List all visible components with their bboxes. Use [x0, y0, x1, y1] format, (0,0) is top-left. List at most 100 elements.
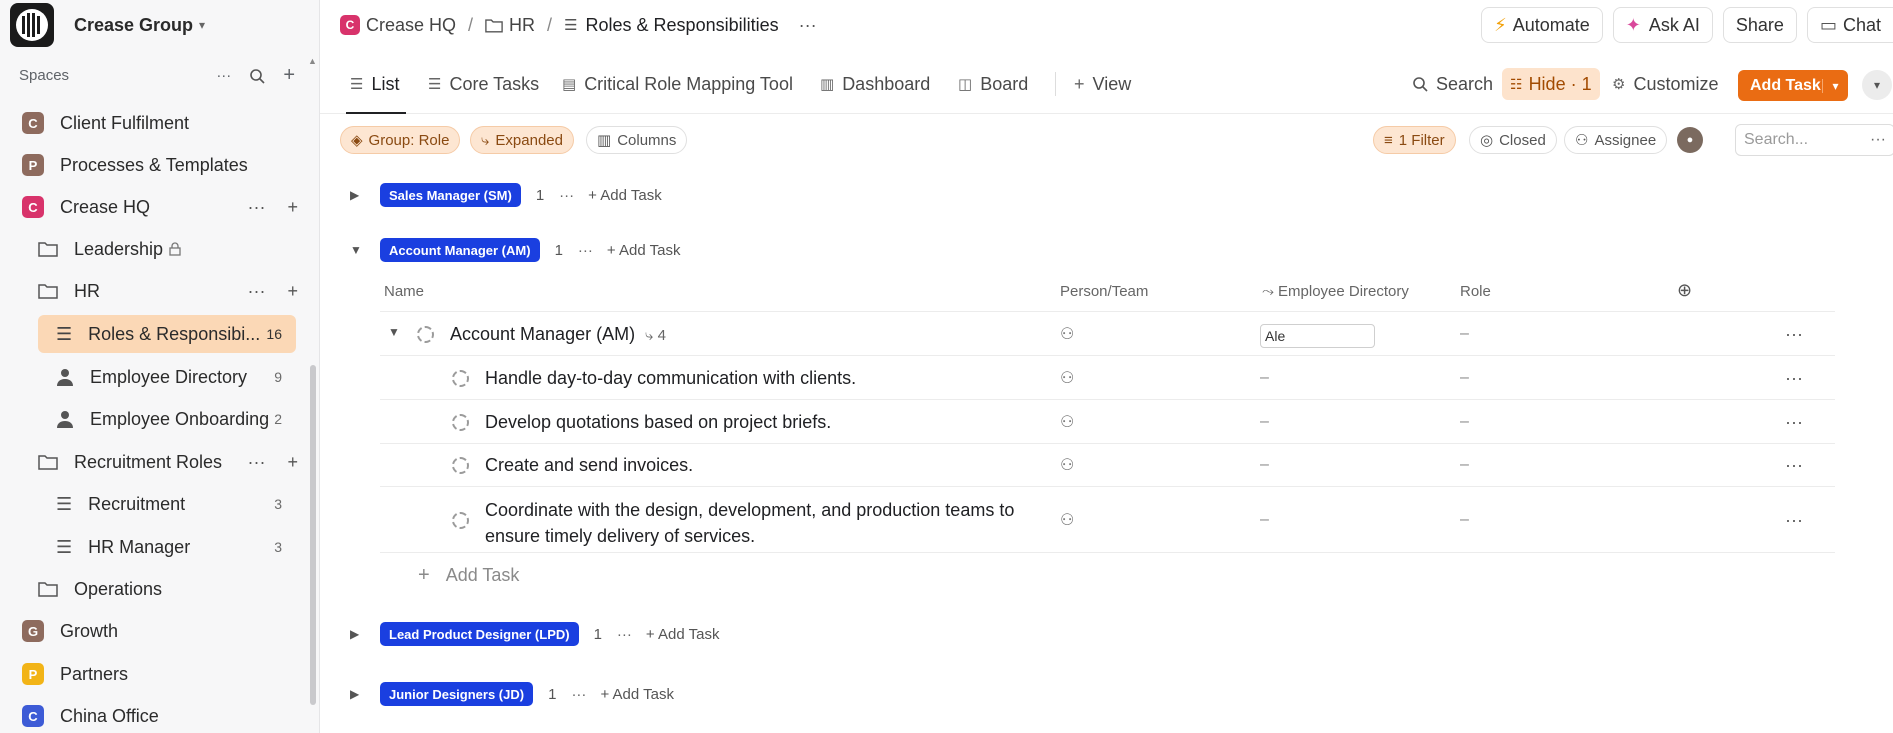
filter-chip[interactable]: ≡ 1 Filter	[1373, 126, 1456, 154]
chat-button[interactable]: ▭ Chat	[1806, 7, 1893, 43]
caret-down-icon[interactable]: ▼	[388, 325, 400, 339]
column-header-person-team[interactable]: Person/Team	[1060, 283, 1148, 300]
column-header-role[interactable]: Role	[1460, 283, 1491, 300]
tab-board[interactable]: ◫ Board	[958, 66, 1028, 102]
column-header-name[interactable]: Name	[384, 283, 424, 300]
group-by-chip[interactable]: ◈ Group: Role	[340, 126, 461, 154]
assign-person-icon[interactable]: ⚇	[1060, 368, 1074, 388]
closed-chip[interactable]: ◎ Closed	[1469, 126, 1557, 154]
more-icon[interactable]: ···	[799, 15, 817, 36]
caret-right-icon[interactable]: ▶	[350, 687, 370, 701]
caret-right-icon[interactable]: ▶	[350, 627, 370, 641]
sidebar-item-hr-manager[interactable]: ☰ HR Manager 3	[56, 528, 282, 566]
status-circle-icon[interactable]	[452, 457, 469, 474]
role-value[interactable]: –	[1460, 325, 1469, 343]
caret-right-icon[interactable]: ▶	[350, 188, 370, 202]
subtask-count[interactable]: ⤷ 4	[645, 327, 666, 344]
status-circle-icon[interactable]	[452, 512, 469, 529]
role-value[interactable]: –	[1460, 413, 1469, 431]
add-icon[interactable]: +	[287, 452, 298, 473]
employee-value[interactable]: –	[1260, 369, 1269, 387]
group-pill[interactable]: Lead Product Designer (LPD)	[380, 622, 579, 646]
add-task-button[interactable]: Add Task ▾	[1738, 70, 1848, 101]
employee-value[interactable]: –	[1260, 413, 1269, 431]
more-icon[interactable]: ···	[617, 626, 632, 643]
ask-ai-button[interactable]: ✦ Ask AI	[1612, 7, 1713, 43]
sidebar-item-growth[interactable]: G Growth	[22, 612, 298, 650]
sidebar-item-roles-responsibilities[interactable]: ☰ Roles & Responsibi... 16	[38, 315, 296, 353]
group-pill[interactable]: Sales Manager (SM)	[380, 183, 521, 207]
sidebar-item-employee-onboarding[interactable]: Employee Onboarding 2	[56, 400, 282, 438]
sidebar-item-employee-directory[interactable]: Employee Directory 9	[56, 358, 282, 396]
sidebar-item-hr[interactable]: HR ··· +	[38, 272, 298, 310]
column-header-employee-directory[interactable]: ⤳ Employee Directory	[1262, 283, 1409, 300]
more-icon[interactable]: ···	[1785, 510, 1875, 531]
automate-button[interactable]: ⚡ Automate	[1481, 7, 1603, 43]
more-icon[interactable]: ···	[578, 242, 593, 259]
employee-value[interactable]: –	[1260, 456, 1269, 474]
sidebar-item-operations[interactable]: Operations	[38, 570, 298, 608]
caret-down-icon[interactable]: ▼	[350, 243, 370, 257]
more-icon[interactable]: ···	[1785, 455, 1875, 476]
more-icon[interactable]: ···	[248, 452, 266, 473]
task-name[interactable]: Handle day-to-day communication with cli…	[485, 368, 856, 389]
more-icon[interactable]: ···	[1785, 324, 1875, 345]
more-icon[interactable]: ···	[216, 67, 231, 84]
group-add-task-button[interactable]: + Add Task	[607, 242, 681, 259]
add-icon[interactable]: +	[283, 64, 295, 87]
assign-person-icon[interactable]: ⚇	[1060, 412, 1074, 432]
sidebar-scrollbar[interactable]	[310, 365, 316, 705]
group-pill[interactable]: Junior Designers (JD)	[380, 682, 534, 706]
sidebar-item-china-office[interactable]: C China Office	[22, 697, 298, 733]
more-icon[interactable]: ···	[1785, 412, 1875, 433]
breadcrumb-folder[interactable]: HR	[485, 15, 535, 36]
status-circle-icon[interactable]	[417, 326, 434, 343]
expand-chevron-icon[interactable]: ▾	[1862, 70, 1892, 100]
add-icon[interactable]: +	[287, 281, 298, 302]
add-view-button[interactable]: + View	[1074, 66, 1131, 102]
expanded-chip[interactable]: ⤷ Expanded	[470, 126, 574, 154]
hide-button[interactable]: ☷ Hide · 1	[1502, 68, 1600, 100]
role-value[interactable]: –	[1460, 511, 1469, 529]
more-icon[interactable]: ···	[248, 281, 266, 302]
sidebar-item-recruitment-roles[interactable]: Recruitment Roles ··· +	[38, 443, 298, 481]
columns-chip[interactable]: ▥ Columns	[586, 126, 688, 154]
task-name[interactable]: Account Manager (AM)	[450, 324, 635, 345]
sidebar-item-processes-templates[interactable]: P Processes & Templates	[22, 146, 298, 184]
more-icon[interactable]: ···	[571, 686, 586, 703]
workspace-switcher[interactable]: Crease Group ▾	[10, 3, 205, 47]
avatar[interactable]: ●	[1677, 127, 1703, 153]
sidebar-item-recruitment[interactable]: ☰ Recruitment 3	[56, 485, 282, 523]
more-icon[interactable]: ···	[1870, 131, 1886, 149]
tab-core-tasks[interactable]: ☰ Core Tasks	[428, 66, 539, 102]
group-add-task-button[interactable]: + Add Task	[600, 686, 674, 703]
employee-value[interactable]: –	[1260, 511, 1269, 529]
status-circle-icon[interactable]	[452, 370, 469, 387]
assignee-chip[interactable]: ⚇ Assignee	[1564, 126, 1668, 154]
sidebar-item-crease-hq[interactable]: C Crease HQ ··· +	[22, 188, 298, 226]
search-button[interactable]: Search	[1412, 66, 1493, 102]
sidebar-item-partners[interactable]: P Partners	[22, 655, 298, 693]
add-icon[interactable]: +	[287, 197, 298, 218]
breadcrumb-list[interactable]: ☰ Roles & Responsibilities	[564, 15, 779, 36]
group-pill[interactable]: Account Manager (AM)	[380, 238, 540, 262]
search-icon[interactable]	[249, 68, 265, 84]
add-column-icon[interactable]: ⊕	[1677, 280, 1692, 301]
group-add-task-button[interactable]: + Add Task	[646, 626, 720, 643]
more-icon[interactable]: ···	[248, 197, 266, 218]
more-icon[interactable]: ···	[559, 187, 574, 204]
role-value[interactable]: –	[1460, 369, 1469, 387]
inline-add-task[interactable]: + Add Task	[418, 564, 519, 587]
scroll-up-arrow-icon[interactable]: ▲	[308, 56, 317, 66]
assign-person-icon[interactable]: ⚇	[1060, 510, 1074, 530]
task-name[interactable]: Create and send invoices.	[485, 455, 693, 476]
breadcrumb-space[interactable]: C Crease HQ	[340, 15, 456, 36]
more-icon[interactable]: ···	[1785, 368, 1875, 389]
tab-dashboard[interactable]: ▥ Dashboard	[820, 66, 930, 102]
assign-person-icon[interactable]: ⚇	[1060, 455, 1074, 475]
tab-list[interactable]: ☰ List	[350, 66, 399, 102]
role-value[interactable]: –	[1460, 456, 1469, 474]
search-input[interactable]: Search... ···	[1735, 124, 1893, 156]
assign-person-icon[interactable]: ⚇	[1060, 324, 1074, 344]
sidebar-item-leadership[interactable]: Leadership	[38, 230, 298, 268]
